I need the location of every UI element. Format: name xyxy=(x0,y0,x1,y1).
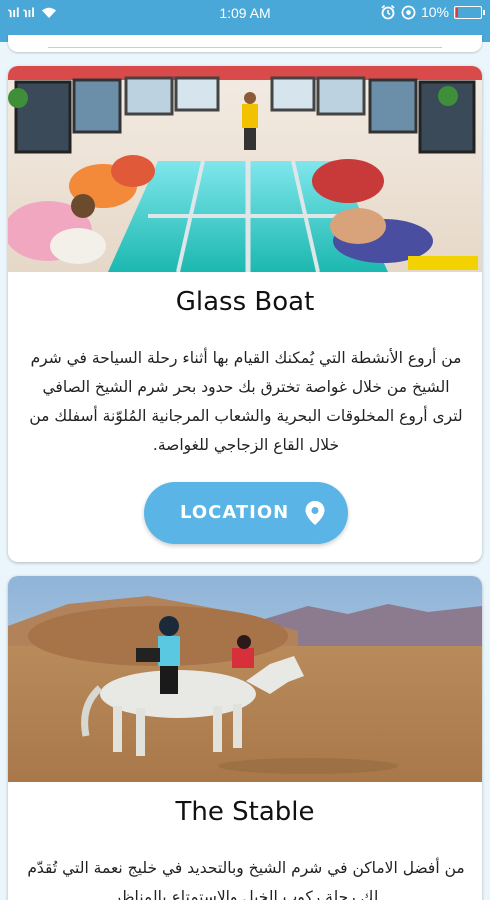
location-button-label: LOCATION xyxy=(180,502,290,523)
the-stable-photo xyxy=(8,576,482,782)
alarm-icon xyxy=(381,4,395,20)
previous-card-edge xyxy=(8,35,482,52)
location-button[interactable]: LOCATION xyxy=(144,482,348,544)
battery-percent: 10% xyxy=(420,4,449,20)
card-title: The Stable xyxy=(175,797,315,827)
status-bar: ℩ıl ℩ıl 1:09 AM 10% xyxy=(0,0,490,26)
activity-card-glass-boat[interactable]: Glass Boat من أروع الأنشطة التي يُمكنك ا… xyxy=(8,66,482,562)
sync-icon xyxy=(401,5,416,19)
card-description: من أروع الأنشطة التي يُمكنك القيام بها أ… xyxy=(29,349,463,454)
location-pin-icon xyxy=(305,501,325,525)
activity-card-the-stable[interactable]: The Stable من أفضل الاماكن في شرم الشيخ … xyxy=(8,576,482,900)
glass-boat-photo xyxy=(8,66,482,272)
status-right: 10% xyxy=(380,4,485,20)
card-description: من أفضل الاماكن في شرم الشيخ وبالتحديد ف… xyxy=(27,859,465,900)
card-title: Glass Boat xyxy=(175,287,315,317)
battery-icon xyxy=(454,5,485,19)
